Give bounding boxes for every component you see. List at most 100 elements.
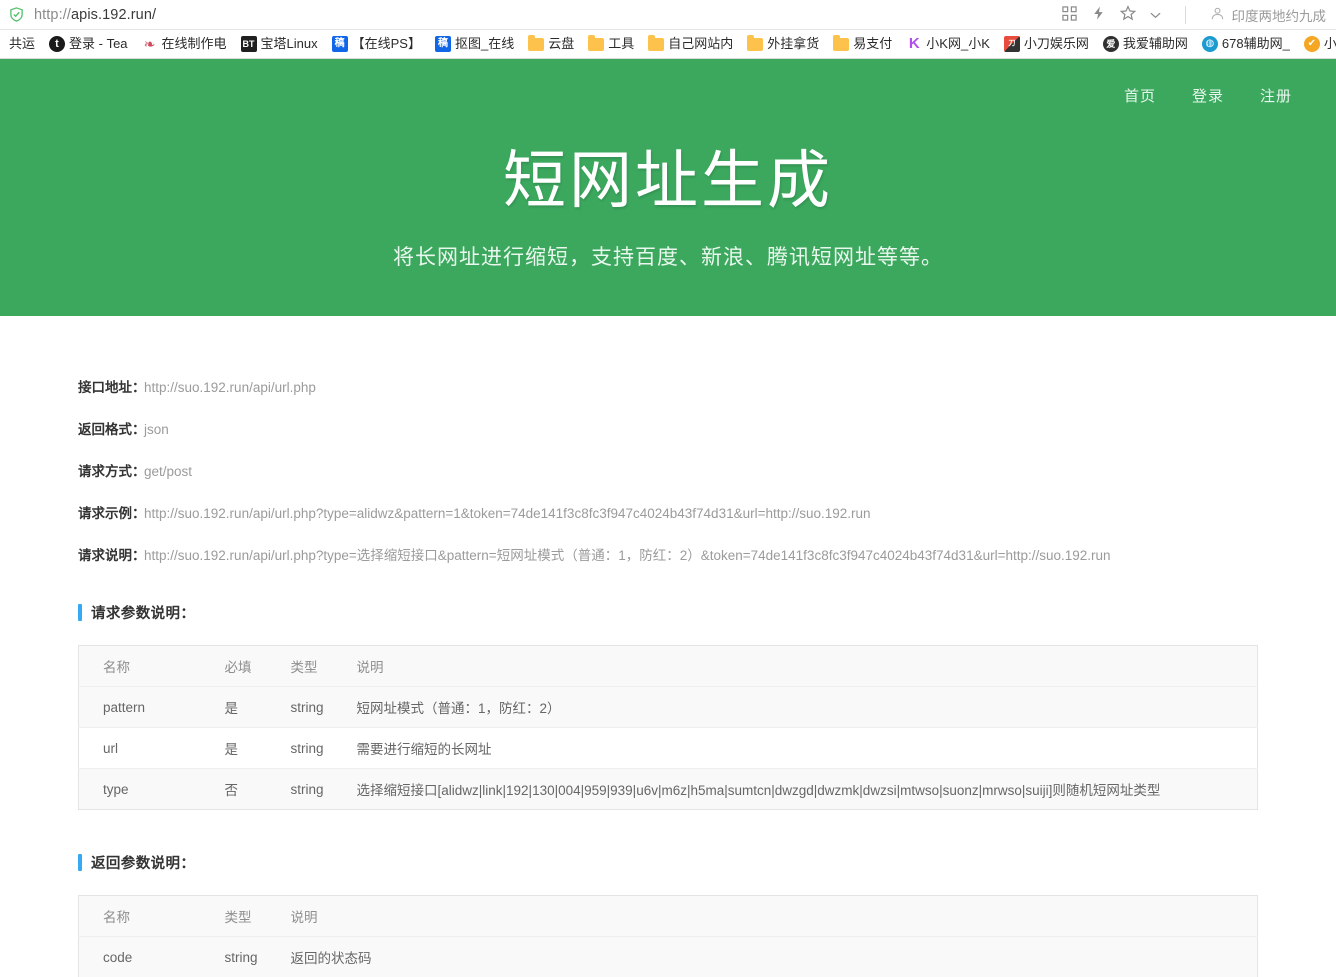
bookmark-label: 登录 - Tea [69, 36, 128, 52]
response-params-heading: 返回参数说明： [78, 852, 1258, 873]
cell-required: 是 [201, 728, 267, 769]
qr-code-icon[interactable] [1062, 6, 1077, 24]
info-label: 请求方式： [78, 462, 144, 482]
response-params-table: 名称 类型 说明 code string 返回的状态码 dwz string 返… [78, 895, 1258, 977]
toolbar-divider [1185, 6, 1186, 24]
cell-type: string [201, 937, 267, 977]
cell-description: 返回的状态码 [267, 937, 1258, 977]
bookmark-item[interactable]: 外挂拿货 [740, 34, 826, 54]
nav-link-register[interactable]: 注册 [1260, 85, 1292, 106]
section-accent-bar [78, 854, 82, 871]
table-row: url 是 string 需要进行缩短的长网址 [79, 728, 1258, 769]
cell-name: code [79, 937, 201, 977]
chevron-down-icon[interactable] [1150, 7, 1161, 22]
leaf-icon: ❧ [142, 36, 158, 52]
star-icon[interactable] [1120, 5, 1136, 24]
bookmark-label: 在线制作电 [162, 36, 227, 52]
info-row-example: 请求示例：http://suo.192.run/api/url.php?type… [78, 504, 1258, 524]
page-title: 短网址生成 [0, 130, 1336, 221]
bookmark-item[interactable]: t 登录 - Tea [42, 34, 135, 54]
bookmark-item[interactable]: 云盘 [521, 34, 581, 54]
page-subtitle: 将长网址进行缩短，支持百度、新浪、腾讯短网址等等。 [0, 241, 1336, 271]
browser-chrome: http://apis.192.run/ [0, 0, 1336, 59]
lightning-icon[interactable] [1091, 5, 1106, 24]
bookmark-label: 小刀娱乐网 [1024, 36, 1089, 52]
table-row: pattern 是 string 短网址模式（普通：1，防红：2） [79, 687, 1258, 728]
info-value: http://suo.192.run/api/url.php?type=alid… [144, 506, 871, 521]
info-row-format: 返回格式：json [78, 420, 1258, 440]
bookmark-item[interactable]: 爱 我爱辅助网 [1096, 34, 1195, 54]
cell-description: 需要进行缩短的长网址 [333, 728, 1258, 769]
info-value: http://suo.192.run/api/url.php?type=选择缩短… [144, 548, 1111, 563]
bookmark-item[interactable]: 刀 小刀娱乐网 [997, 34, 1096, 54]
bookmark-label: 易支付 [853, 36, 892, 52]
address-bar[interactable]: http://apis.192.run/ [0, 0, 1336, 30]
column-header-type: 类型 [267, 646, 333, 687]
request-params-heading: 请求参数说明： [78, 602, 1258, 623]
bookmark-item[interactable]: 易支付 [826, 34, 899, 54]
bookmark-label: 678辅助网_ [1222, 36, 1290, 52]
info-value: http://suo.192.run/api/url.php [144, 380, 316, 395]
column-header-name: 名称 [79, 896, 201, 937]
column-header-type: 类型 [201, 896, 267, 937]
url-text[interactable]: http://apis.192.run/ [34, 7, 156, 23]
info-row-description: 请求说明：http://suo.192.run/api/url.php?type… [78, 546, 1258, 566]
check-badge-icon: ✔ [1304, 36, 1320, 52]
bookmark-item[interactable]: ❧ 在线制作电 [135, 34, 234, 54]
section-accent-bar [78, 604, 82, 621]
bookmark-label: 宝塔Linux [261, 36, 318, 52]
info-label: 返回格式： [78, 420, 144, 440]
cell-type: string [267, 769, 333, 810]
bookmark-label: 工具 [608, 36, 634, 52]
bookmark-item[interactable]: 稿 抠图_在线 [428, 34, 521, 54]
table-row: type 否 string 选择缩短接口[alidwz|link|192|130… [79, 769, 1258, 810]
info-label: 请求示例： [78, 504, 144, 524]
folder-icon [528, 38, 544, 51]
profile-chip[interactable]: 印度两地约九成 [1210, 5, 1327, 25]
info-label: 接口地址： [78, 378, 144, 398]
bookmark-label: 抠图_在线 [455, 36, 514, 52]
bookmark-label: 自己网站内 [668, 36, 733, 52]
column-header-required: 必填 [201, 646, 267, 687]
nav-link-home[interactable]: 首页 [1124, 85, 1156, 106]
bookmark-item[interactable]: 自己网站内 [641, 34, 740, 54]
bookmark-item[interactable]: ◍ 678辅助网_ [1195, 34, 1297, 54]
bookmark-label: 小高教学网 [1324, 36, 1336, 52]
bookmark-item[interactable]: ✔ 小高教学网 [1297, 34, 1336, 54]
folder-icon [588, 38, 604, 51]
cell-name: pattern [79, 687, 201, 728]
globe-icon: ◍ [1202, 36, 1218, 52]
bt-panel-icon: BT [241, 36, 257, 52]
table-header-row: 名称 类型 说明 [79, 896, 1258, 937]
bookmarks-bar: 共运 t 登录 - Tea ❧ 在线制作电 BT 宝塔Linux 稿 【在线PS… [0, 30, 1336, 59]
request-params-table: 名称 必填 类型 说明 pattern 是 string 短网址模式（普通：1，… [78, 645, 1258, 810]
cell-required: 否 [201, 769, 267, 810]
info-label: 请求说明： [78, 546, 144, 566]
folder-icon [747, 38, 763, 51]
bookmark-item[interactable]: K 小K网_小K [899, 34, 997, 54]
bookmark-label: 【在线PS】 [352, 36, 421, 52]
folder-icon [833, 38, 849, 51]
hero-nav: 首页 登录 注册 [0, 59, 1336, 106]
bookmark-label: 我爱辅助网 [1123, 36, 1188, 52]
nav-link-login[interactable]: 登录 [1192, 85, 1224, 106]
toolbar-icons: 印度两地约九成 [1062, 5, 1331, 25]
k-letter-icon: K [906, 36, 922, 52]
cell-type: string [267, 728, 333, 769]
shield-check-icon[interactable] [8, 7, 24, 23]
profile-label: 印度两地约九成 [1232, 5, 1327, 25]
cell-description: 短网址模式（普通：1，防红：2） [333, 687, 1258, 728]
bookmark-item[interactable]: 共运 [2, 34, 42, 54]
folder-icon [648, 38, 664, 51]
cell-name: url [79, 728, 201, 769]
table-row: code string 返回的状态码 [79, 937, 1258, 977]
gaoding-icon: 稿 [435, 36, 451, 52]
page-body: 首页 登录 注册 短网址生成 将长网址进行缩短，支持百度、新浪、腾讯短网址等等。… [0, 59, 1336, 977]
cell-name: type [79, 769, 201, 810]
bookmark-label: 云盘 [548, 36, 574, 52]
bookmark-item[interactable]: BT 宝塔Linux [234, 34, 325, 54]
bookmark-label: 共运 [9, 36, 35, 52]
url-scheme: http:// [34, 7, 71, 23]
bookmark-item[interactable]: 稿 【在线PS】 [325, 34, 428, 54]
bookmark-item[interactable]: 工具 [581, 34, 641, 54]
